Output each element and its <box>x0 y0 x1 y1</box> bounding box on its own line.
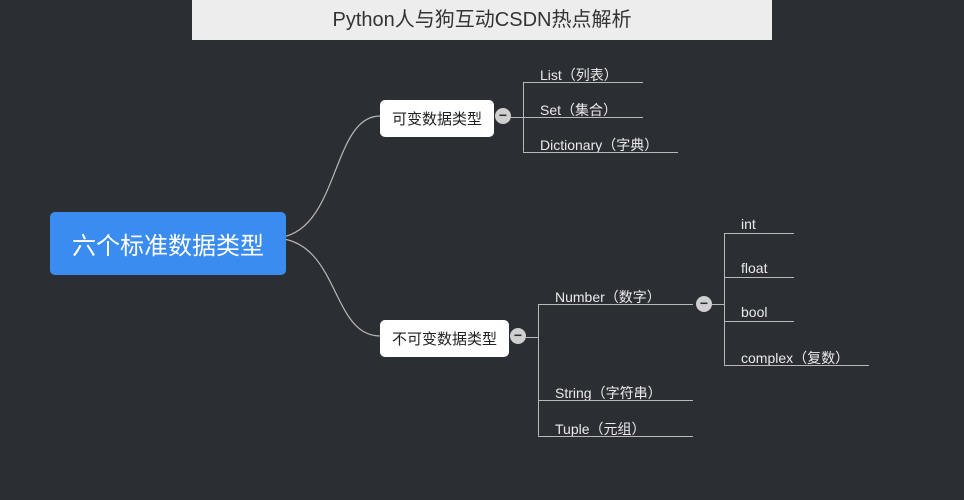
bracket <box>724 233 725 365</box>
leaf-underline <box>548 400 693 401</box>
branch-mutable[interactable]: 可变数据类型 <box>380 100 494 137</box>
bracket <box>538 436 548 437</box>
bracket <box>724 321 734 322</box>
leaf-underline <box>548 436 693 437</box>
leaf-bool[interactable]: bool <box>741 304 767 320</box>
leaf-underline <box>533 82 643 83</box>
bracket <box>523 152 533 153</box>
leaf-underline <box>734 365 869 366</box>
branch-immutable-label: 不可变数据类型 <box>392 331 497 348</box>
bracket <box>538 304 539 436</box>
leaf-underline <box>548 304 693 305</box>
collapse-icon[interactable]: − <box>696 296 712 312</box>
collapse-icon[interactable]: − <box>510 328 526 344</box>
branch-mutable-label: 可变数据类型 <box>392 111 482 128</box>
leaf-int[interactable]: int <box>741 216 756 232</box>
bracket <box>712 304 724 305</box>
bracket <box>538 304 548 305</box>
leaf-underline <box>734 233 794 234</box>
root-node-label: 六个标准数据类型 <box>72 233 264 260</box>
bracket <box>523 82 533 83</box>
bracket <box>511 117 523 118</box>
mindmap-canvas: 六个标准数据类型 可变数据类型 − List（列表） Set（集合） Dicti… <box>0 0 964 500</box>
leaf-underline <box>734 277 794 278</box>
leaf-float[interactable]: float <box>741 260 767 276</box>
bracket <box>724 277 734 278</box>
root-node[interactable]: 六个标准数据类型 <box>50 212 286 275</box>
leaf-underline <box>734 321 794 322</box>
bracket <box>538 400 548 401</box>
bracket <box>523 117 533 118</box>
bracket <box>526 337 538 338</box>
collapse-icon[interactable]: − <box>495 108 511 124</box>
leaf-underline <box>533 117 643 118</box>
branch-immutable[interactable]: 不可变数据类型 <box>380 320 509 357</box>
bracket <box>724 233 734 234</box>
leaf-underline <box>533 152 678 153</box>
bracket <box>724 365 734 366</box>
